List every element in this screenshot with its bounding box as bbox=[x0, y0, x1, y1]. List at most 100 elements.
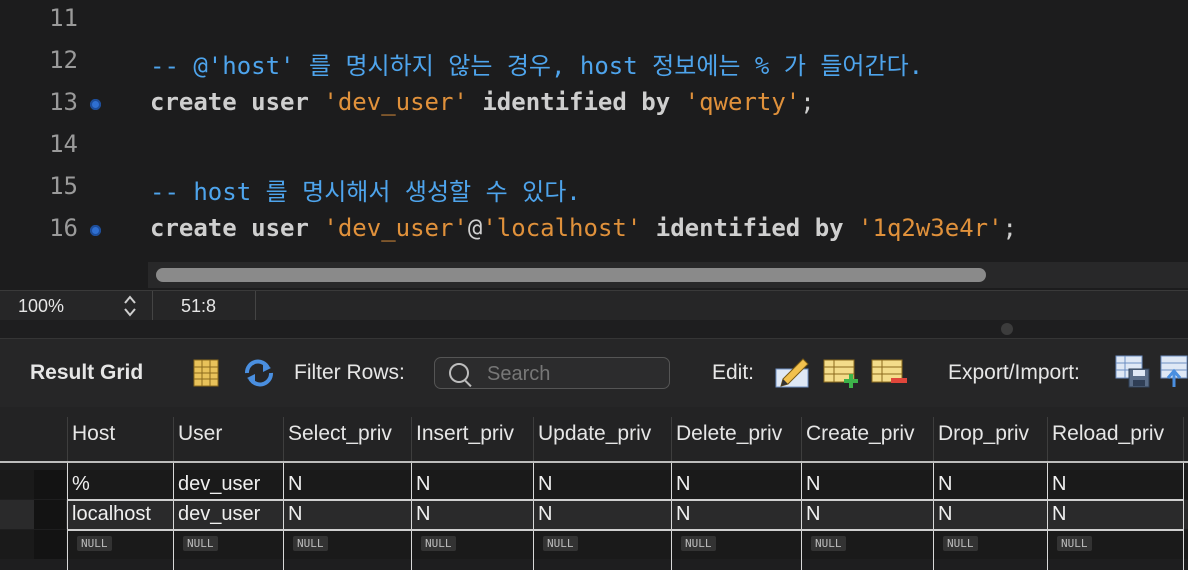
table-cell[interactable]: dev_user bbox=[178, 503, 260, 526]
code-line[interactable]: -- @'host' 를 명시하지 않는 경우, host 정보에는 % 가 들… bbox=[150, 46, 923, 81]
column-header-select-priv[interactable]: Select_priv bbox=[288, 422, 392, 446]
table-row[interactable]: % dev_user N N N N N N N bbox=[0, 470, 1188, 499]
column-header-user[interactable]: User bbox=[178, 422, 222, 446]
code-token: identified by bbox=[467, 88, 685, 116]
null-cell[interactable]: NULL bbox=[543, 536, 578, 551]
table-cell[interactable]: N bbox=[538, 503, 552, 526]
edit-label: Edit: bbox=[712, 361, 755, 384]
code-line[interactable]: create user 'dev_user' identified by 'qw… bbox=[150, 88, 815, 116]
add-row-icon[interactable] bbox=[823, 359, 861, 394]
table-cell[interactable]: N bbox=[676, 503, 690, 526]
column-divider[interactable] bbox=[801, 417, 802, 461]
cell-border bbox=[1047, 463, 1048, 570]
statement-marker-icon[interactable] bbox=[90, 99, 101, 110]
table-cell[interactable]: N bbox=[288, 473, 302, 496]
horizontal-scrollbar-thumb[interactable] bbox=[156, 268, 986, 282]
export-icon[interactable] bbox=[1115, 355, 1153, 394]
refresh-icon[interactable] bbox=[243, 359, 275, 392]
cell-border bbox=[283, 463, 284, 570]
line-number: 13 bbox=[49, 88, 78, 116]
column-header-delete-priv[interactable]: Delete_priv bbox=[676, 422, 782, 446]
line-number: 11 bbox=[49, 4, 78, 32]
column-divider[interactable] bbox=[67, 417, 68, 461]
zoom-stepper-icon[interactable] bbox=[120, 293, 140, 319]
column-divider[interactable] bbox=[411, 417, 412, 461]
table-cell[interactable]: N bbox=[806, 503, 820, 526]
column-divider[interactable] bbox=[671, 417, 672, 461]
table-cell[interactable]: N bbox=[806, 473, 820, 496]
cell-border bbox=[67, 463, 68, 570]
line-number: 16 bbox=[49, 214, 78, 242]
code-string: '1q2w3e4r' bbox=[858, 214, 1003, 242]
code-token: ; bbox=[800, 88, 815, 116]
column-header-host[interactable]: Host bbox=[72, 422, 115, 446]
column-divider[interactable] bbox=[1183, 417, 1184, 461]
result-toolbar: Result Grid Filter Rows: Edit: bbox=[0, 338, 1188, 408]
code-token: identified by bbox=[641, 214, 859, 242]
export-import-label: Export/Import: bbox=[948, 361, 1080, 384]
table-cell[interactable]: dev_user bbox=[178, 473, 260, 496]
null-cell[interactable]: NULL bbox=[681, 536, 716, 551]
null-cell[interactable]: NULL bbox=[77, 536, 112, 551]
column-divider[interactable] bbox=[533, 417, 534, 461]
row-selector[interactable] bbox=[34, 530, 66, 559]
code-line[interactable]: -- host 를 명시해서 생성할 수 있다. bbox=[150, 172, 581, 207]
splitter-handle[interactable] bbox=[1001, 323, 1013, 335]
table-cell[interactable]: N bbox=[416, 473, 430, 496]
cell-border bbox=[533, 463, 534, 570]
table-row[interactable]: localhost dev_user N N N N N N N bbox=[0, 500, 1188, 529]
column-divider[interactable] bbox=[933, 417, 934, 461]
table-cell[interactable]: N bbox=[288, 503, 302, 526]
zoom-level: 100% bbox=[18, 296, 65, 316]
column-divider[interactable] bbox=[173, 417, 174, 461]
edit-row-icon[interactable] bbox=[775, 357, 811, 394]
code-string: 'dev_user' bbox=[323, 214, 468, 242]
null-cell[interactable]: NULL bbox=[811, 536, 846, 551]
code-comment: -- host 를 명시해서 생성할 수 있다. bbox=[150, 178, 581, 206]
row-selector[interactable] bbox=[34, 470, 66, 499]
statement-marker-icon[interactable] bbox=[90, 225, 101, 236]
null-cell[interactable]: NULL bbox=[943, 536, 978, 551]
column-divider[interactable] bbox=[283, 417, 284, 461]
code-line[interactable]: create user 'dev_user'@'localhost' ident… bbox=[150, 214, 1017, 242]
column-header-drop-priv[interactable]: Drop_priv bbox=[938, 422, 1029, 446]
sql-editor[interactable]: 11 12 -- @'host' 를 명시하지 않는 경우, host 정보에는 %… bbox=[0, 0, 1188, 290]
null-cell[interactable]: NULL bbox=[293, 536, 328, 551]
status-divider bbox=[255, 291, 256, 321]
filter-rows-label: Filter Rows: bbox=[294, 361, 405, 384]
row-border bbox=[67, 529, 1183, 531]
code-token: create user bbox=[150, 214, 324, 242]
table-cell[interactable]: N bbox=[676, 473, 690, 496]
null-cell[interactable]: NULL bbox=[421, 536, 456, 551]
table-cell[interactable]: N bbox=[1052, 503, 1066, 526]
line-number: 12 bbox=[49, 46, 78, 74]
cell-border bbox=[1183, 463, 1184, 570]
table-cell[interactable]: localhost bbox=[72, 503, 151, 526]
cell-border bbox=[933, 463, 934, 570]
null-cell[interactable]: NULL bbox=[1057, 536, 1092, 551]
import-icon[interactable] bbox=[1160, 355, 1188, 394]
null-cell[interactable]: NULL bbox=[183, 536, 218, 551]
result-grid[interactable]: Host User Select_priv Insert_priv Update_pri… bbox=[0, 407, 1188, 570]
column-divider[interactable] bbox=[1047, 417, 1048, 461]
column-header-create-priv[interactable]: Create_priv bbox=[806, 422, 915, 446]
table-cell[interactable]: % bbox=[72, 473, 90, 496]
table-cell[interactable]: N bbox=[938, 503, 952, 526]
column-header-update-priv[interactable]: Update_priv bbox=[538, 422, 651, 446]
cursor-position: 51:8 bbox=[181, 296, 217, 316]
row-selector[interactable] bbox=[34, 500, 66, 529]
column-header-insert-priv[interactable]: Insert_priv bbox=[416, 422, 514, 446]
row-border bbox=[67, 499, 1183, 501]
filter-search-input[interactable] bbox=[485, 361, 659, 387]
result-grid-title: Result Grid bbox=[30, 361, 144, 384]
table-cell[interactable]: N bbox=[1052, 473, 1066, 496]
filter-search-box[interactable] bbox=[434, 357, 670, 389]
column-header-reload-priv[interactable]: Reload_priv bbox=[1052, 422, 1164, 446]
grid-layout-icon[interactable] bbox=[193, 359, 219, 392]
table-cell[interactable]: N bbox=[416, 503, 430, 526]
table-cell[interactable]: N bbox=[938, 473, 952, 496]
search-icon bbox=[449, 363, 469, 383]
table-cell[interactable]: N bbox=[538, 473, 552, 496]
new-row-placeholder[interactable]: NULL NULL NULL NULL NULL NULL NULL NULL NULL bbox=[0, 530, 1188, 559]
delete-row-icon[interactable] bbox=[871, 359, 909, 394]
